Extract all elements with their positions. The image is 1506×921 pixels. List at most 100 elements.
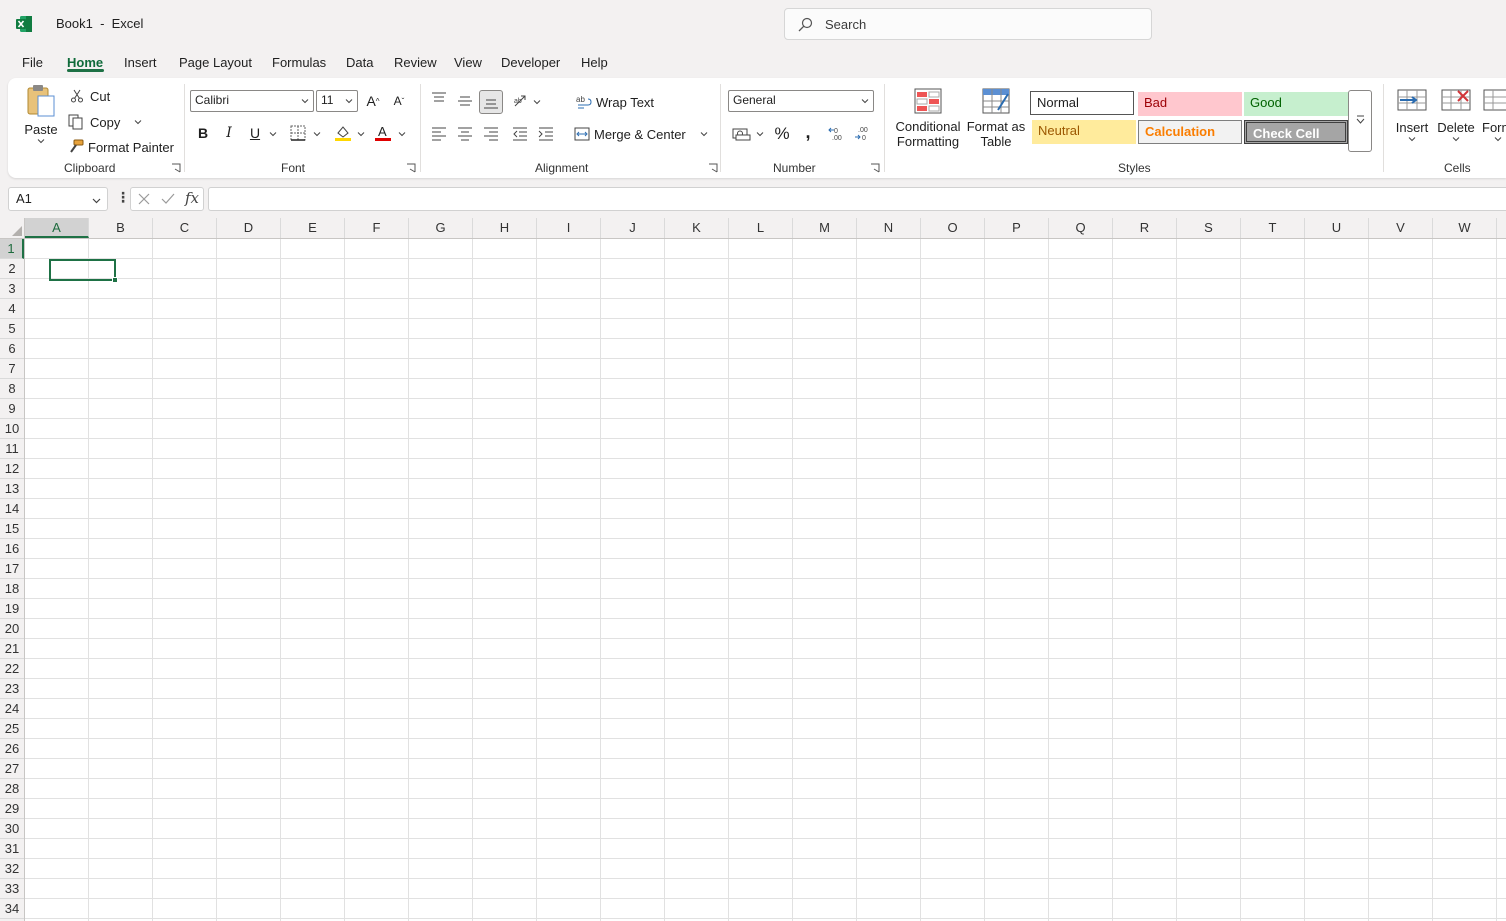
tab-formulas[interactable]: Formulas xyxy=(272,55,326,70)
row-header[interactable]: 33 xyxy=(0,879,24,899)
column-header[interactable]: V xyxy=(1369,218,1433,238)
increase-decimal-icon[interactable]: 0.00 xyxy=(828,125,846,141)
row-header[interactable]: 32 xyxy=(0,859,24,879)
font-name-combo[interactable]: Calibri xyxy=(190,90,314,112)
column-header[interactable]: P xyxy=(985,218,1049,238)
row-header[interactable]: 12 xyxy=(0,459,24,479)
tab-help[interactable]: Help xyxy=(581,55,608,70)
row-header[interactable]: 6 xyxy=(0,339,24,359)
search-box[interactable]: Search xyxy=(784,8,1152,40)
row-header[interactable]: 23 xyxy=(0,679,24,699)
row-header[interactable]: 24 xyxy=(0,699,24,719)
chevron-down-icon[interactable] xyxy=(756,130,764,138)
column-header[interactable]: G xyxy=(409,218,473,238)
number-format-combo[interactable]: General xyxy=(728,90,874,112)
row-header[interactable]: 4 xyxy=(0,299,24,319)
row-header[interactable]: 17 xyxy=(0,559,24,579)
cancel-icon[interactable] xyxy=(137,192,151,206)
name-box[interactable]: A1 xyxy=(8,187,108,211)
style-bad[interactable]: Bad xyxy=(1138,92,1242,116)
align-center-icon[interactable] xyxy=(457,127,473,141)
column-header[interactable]: B xyxy=(89,218,153,238)
delete-cells-button[interactable]: Delete xyxy=(1436,88,1476,154)
row-header[interactable]: 14 xyxy=(0,499,24,519)
row-header[interactable]: 16 xyxy=(0,539,24,559)
format-cells-button[interactable]: Form xyxy=(1482,88,1506,154)
row-header[interactable]: 30 xyxy=(0,819,24,839)
comma-style-icon[interactable]: , xyxy=(797,121,819,143)
row-header[interactable]: 13 xyxy=(0,479,24,499)
row-header[interactable]: 26 xyxy=(0,739,24,759)
tab-page-layout[interactable]: Page Layout xyxy=(179,55,252,70)
format-painter-button[interactable]: Format Painter xyxy=(68,137,174,157)
formula-input[interactable] xyxy=(208,187,1506,211)
fill-color-icon[interactable] xyxy=(334,124,352,142)
insert-cells-button[interactable]: Insert xyxy=(1392,88,1432,154)
percent-style-icon[interactable]: % xyxy=(771,123,793,145)
cell-area[interactable] xyxy=(25,239,1506,921)
decrease-decimal-icon[interactable]: .000 xyxy=(854,125,872,141)
conditional-formatting-button[interactable]: Conditional Formatting xyxy=(892,88,964,154)
chevron-down-icon[interactable] xyxy=(269,130,277,138)
tab-developer[interactable]: Developer xyxy=(501,55,560,70)
chevron-down-icon[interactable] xyxy=(357,130,365,138)
column-header[interactable]: S xyxy=(1177,218,1241,238)
increase-font-size-icon[interactable]: A ^ xyxy=(362,90,384,112)
dialog-launcher-icon[interactable] xyxy=(708,163,718,173)
dialog-launcher-icon[interactable] xyxy=(870,163,880,173)
top-align-icon[interactable] xyxy=(431,92,447,106)
column-header[interactable]: D xyxy=(217,218,281,238)
chevron-down-icon[interactable] xyxy=(700,130,708,138)
fill-handle[interactable] xyxy=(112,277,118,283)
row-header[interactable]: 2 xyxy=(0,259,24,279)
row-header[interactable]: 11 xyxy=(0,439,24,459)
merge-center-button[interactable]: Merge & Center xyxy=(574,124,708,144)
chevron-down-icon[interactable] xyxy=(313,130,321,138)
paste-button[interactable]: Paste xyxy=(20,84,62,154)
decrease-font-size-icon[interactable]: Aˇ xyxy=(388,90,410,112)
column-header[interactable]: E xyxy=(281,218,345,238)
styles-gallery-more-button[interactable] xyxy=(1348,90,1372,152)
font-size-combo[interactable]: 11 xyxy=(316,90,358,112)
row-header[interactable]: 18 xyxy=(0,579,24,599)
chevron-down-icon[interactable] xyxy=(533,98,541,106)
align-left-icon[interactable] xyxy=(431,127,447,141)
row-header[interactable]: 15 xyxy=(0,519,24,539)
select-all-button[interactable] xyxy=(0,218,25,239)
row-header[interactable]: 8 xyxy=(0,379,24,399)
tab-data[interactable]: Data xyxy=(346,55,373,70)
tab-review[interactable]: Review xyxy=(394,55,437,70)
row-header[interactable]: 1 xyxy=(0,239,24,259)
row-header[interactable]: 28 xyxy=(0,779,24,799)
row-header[interactable]: 10 xyxy=(0,419,24,439)
active-cell-highlight[interactable] xyxy=(49,259,116,281)
style-check-cell[interactable]: Check Cell xyxy=(1244,120,1348,144)
tab-file[interactable]: File xyxy=(22,55,43,70)
style-calculation[interactable]: Calculation xyxy=(1138,120,1242,144)
copy-button[interactable]: Copy xyxy=(68,112,142,132)
underline-button[interactable]: U xyxy=(244,122,266,144)
insert-function-icon[interactable]: fx xyxy=(185,189,199,207)
middle-align-icon[interactable] xyxy=(457,94,473,108)
chevron-down-icon[interactable] xyxy=(398,130,406,138)
style-normal[interactable]: Normal xyxy=(1030,91,1134,115)
row-header[interactable]: 29 xyxy=(0,799,24,819)
more-options-icon[interactable]: ⋮ xyxy=(116,189,130,206)
row-header[interactable]: 5 xyxy=(0,319,24,339)
accounting-format-icon[interactable] xyxy=(732,126,752,142)
column-header[interactable]: M xyxy=(793,218,857,238)
row-header[interactable]: 25 xyxy=(0,719,24,739)
row-header[interactable]: 9 xyxy=(0,399,24,419)
align-right-icon[interactable] xyxy=(483,127,499,141)
chevron-down-icon[interactable] xyxy=(134,118,142,126)
row-header[interactable]: 19 xyxy=(0,599,24,619)
column-header[interactable]: I xyxy=(537,218,601,238)
column-header[interactable]: Q xyxy=(1049,218,1113,238)
column-header[interactable]: W xyxy=(1433,218,1497,238)
column-header[interactable]: U xyxy=(1305,218,1369,238)
wrap-text-button[interactable]: ab Wrap Text xyxy=(576,92,654,112)
column-header[interactable]: K xyxy=(665,218,729,238)
column-header[interactable]: R xyxy=(1113,218,1177,238)
column-header[interactable]: O xyxy=(921,218,985,238)
bottom-align-button[interactable] xyxy=(479,90,503,114)
